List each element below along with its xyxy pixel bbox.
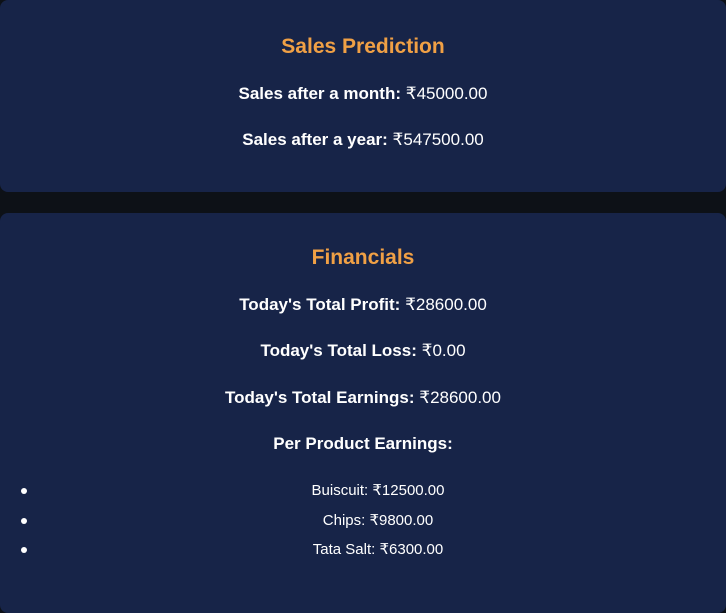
per-product-heading: Per Product Earnings: xyxy=(0,434,726,454)
sales-year-line: Sales after a year: ₹547500.00 xyxy=(0,130,726,150)
product-earning-text: Chips: ₹9800.00 xyxy=(322,511,434,529)
product-earnings-list: Buiscuit: ₹12500.00 Chips: ₹9800.00 Tata… xyxy=(0,476,726,565)
total-profit-label: Today's Total Profit: xyxy=(239,295,401,314)
sales-year-label: Sales after a year: xyxy=(242,130,388,149)
total-profit-line: Today's Total Profit: ₹28600.00 xyxy=(0,295,726,315)
total-earnings-label: Today's Total Earnings: xyxy=(225,388,415,407)
product-earning-text: Buiscuit: ₹12500.00 xyxy=(311,482,445,499)
sales-prediction-card: Sales Prediction Sales after a month: ₹4… xyxy=(0,0,726,192)
bullet-icon xyxy=(21,547,27,553)
bullet-icon xyxy=(21,488,27,494)
total-loss-label: Today's Total Loss: xyxy=(260,341,417,360)
sales-month-line: Sales after a month: ₹45000.00 xyxy=(0,84,726,104)
sales-year-value: ₹547500.00 xyxy=(392,130,484,149)
list-item: Chips: ₹9800.00 xyxy=(0,506,726,536)
total-loss-value: ₹0.00 xyxy=(421,341,466,360)
bullet-icon xyxy=(21,517,27,524)
total-earnings-value: ₹28600.00 xyxy=(419,388,501,407)
list-item: Tata Salt: ₹6300.00 xyxy=(0,535,726,565)
product-earning-text: Tata Salt: ₹6300.00 xyxy=(312,541,444,558)
total-loss-line: Today's Total Loss: ₹0.00 xyxy=(0,341,726,361)
total-earnings-line: Today's Total Earnings: ₹28600.00 xyxy=(0,388,726,408)
financials-card: Financials Today's Total Profit: ₹28600.… xyxy=(0,213,726,613)
financials-title: Financials xyxy=(311,246,415,269)
per-product-label: Per Product Earnings: xyxy=(273,434,453,453)
list-item: Buiscuit: ₹12500.00 xyxy=(0,476,726,506)
sales-month-label: Sales after a month: xyxy=(238,84,402,103)
sales-prediction-title: Sales Prediction xyxy=(281,35,445,58)
total-profit-value: ₹28600.00 xyxy=(405,295,487,314)
sales-month-value: ₹45000.00 xyxy=(405,84,488,103)
